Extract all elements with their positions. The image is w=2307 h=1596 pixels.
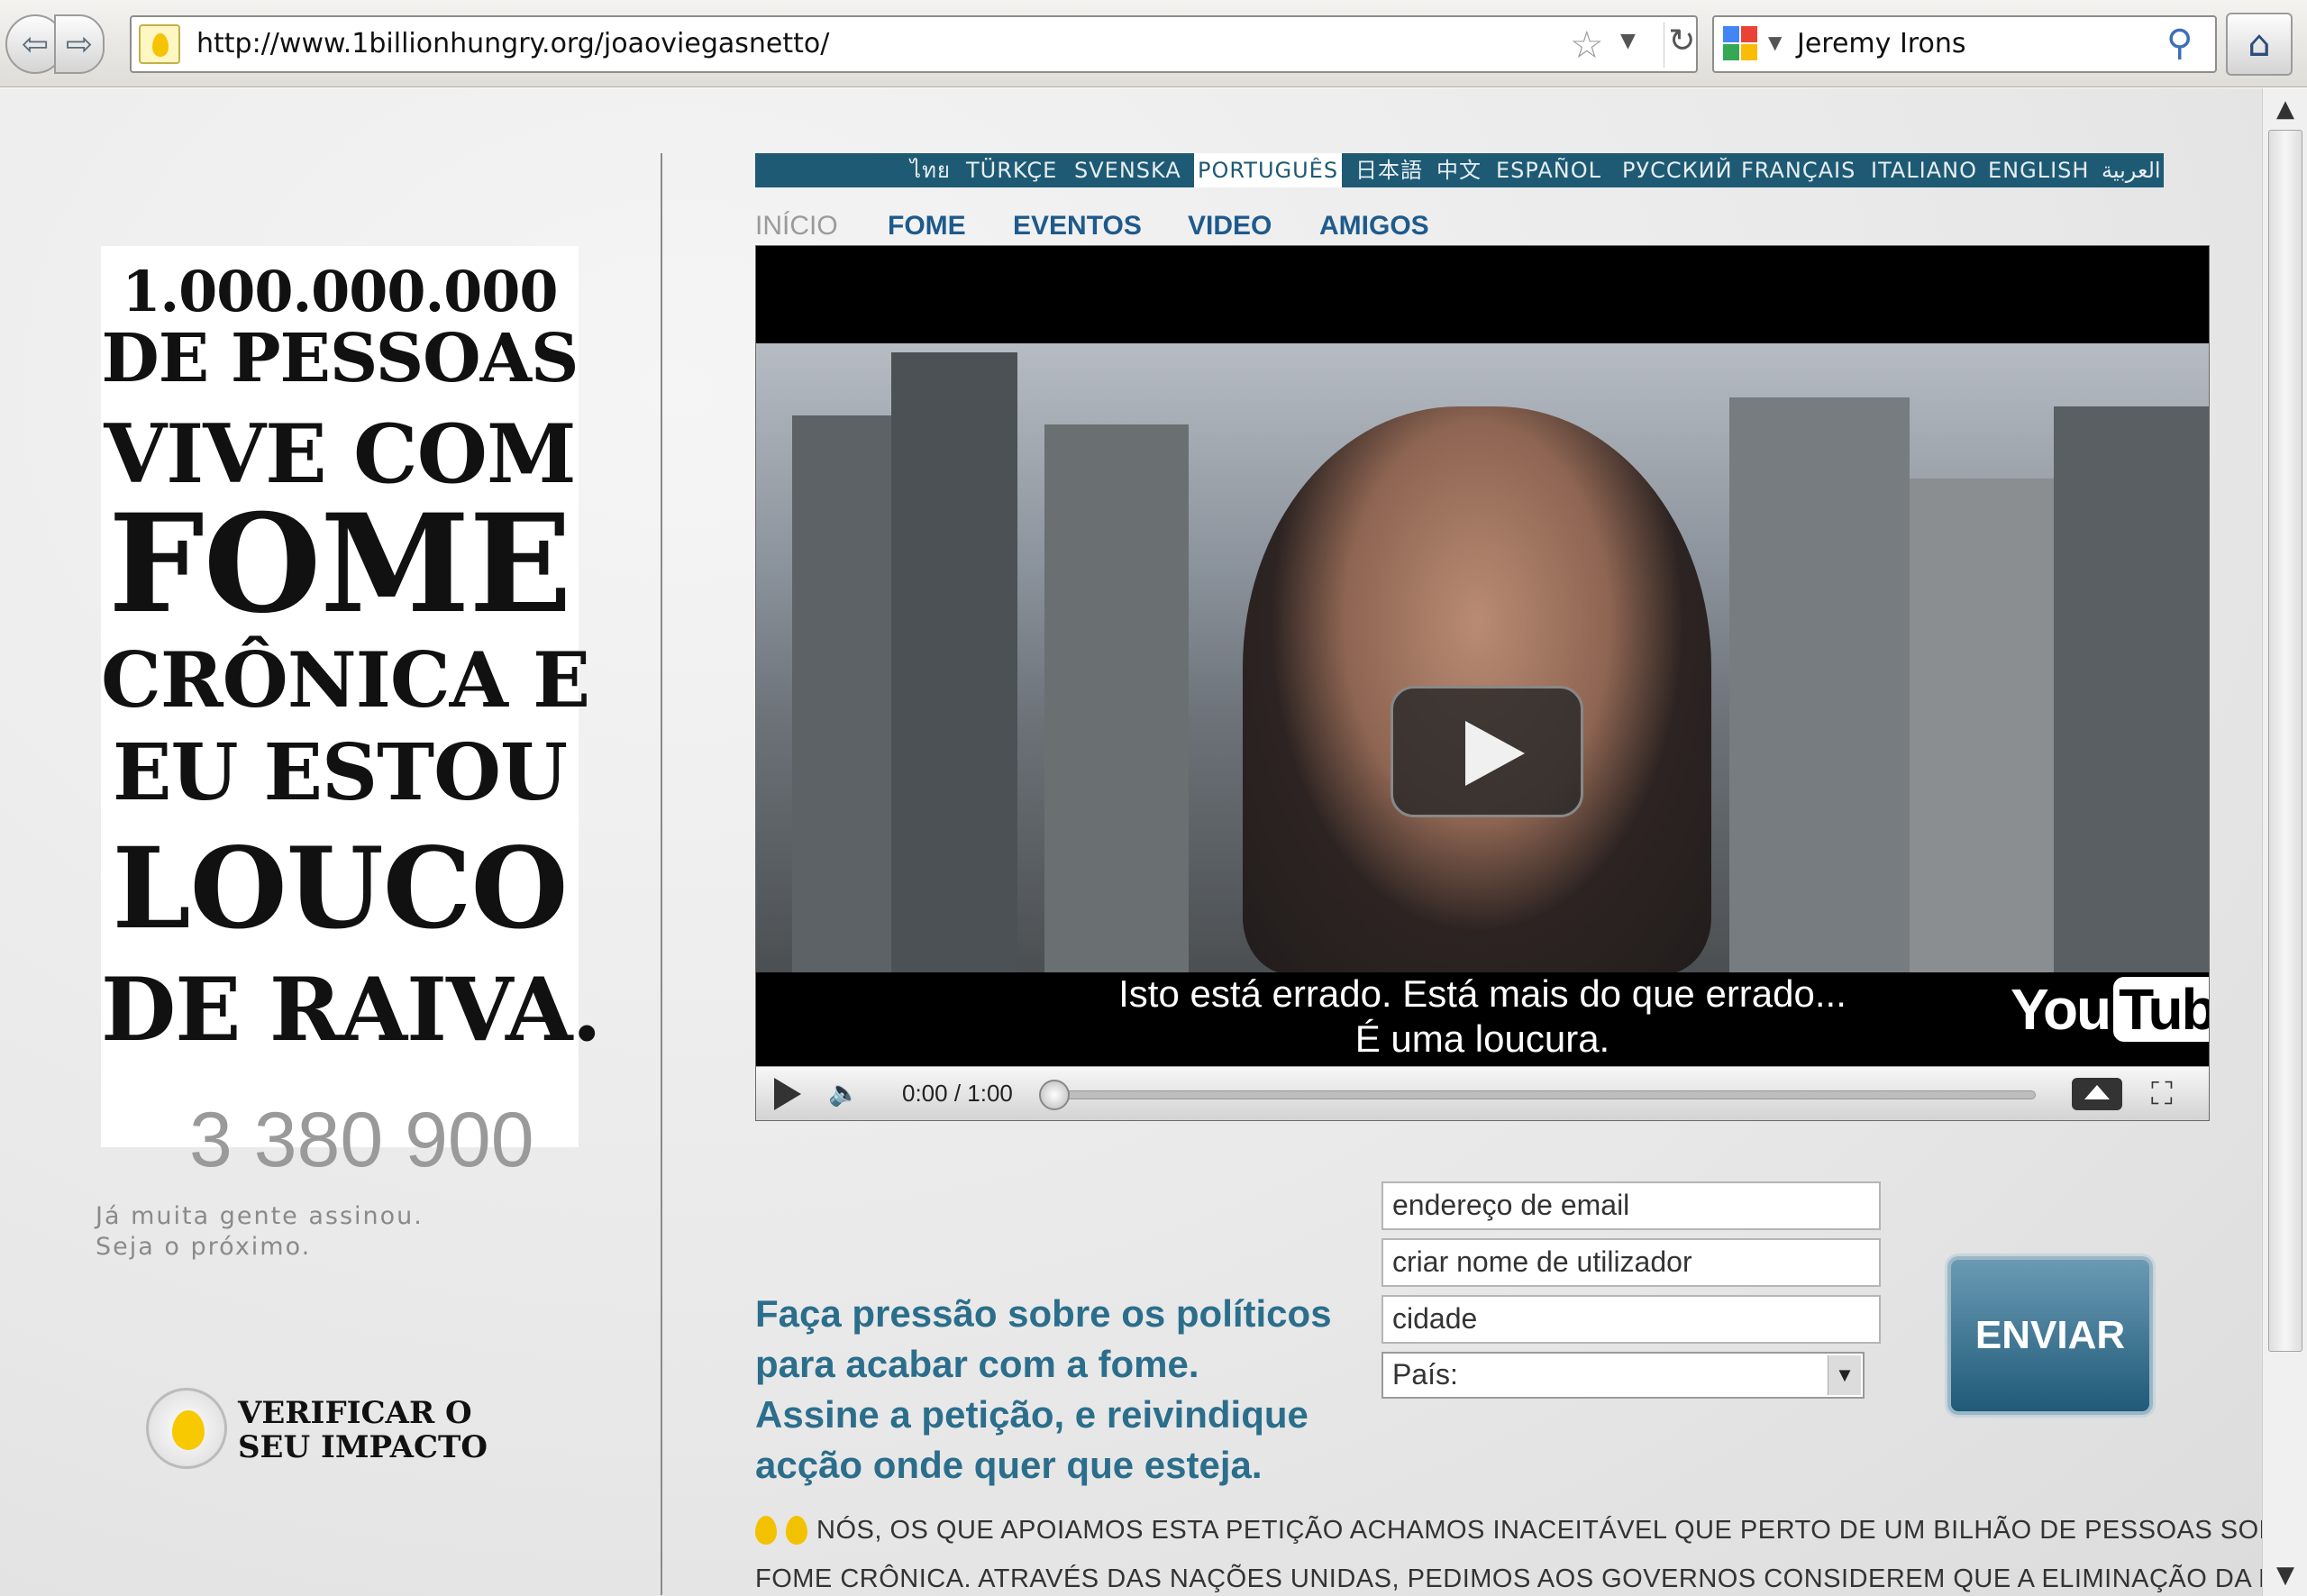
nav-video[interactable]: VIDEO [1188, 211, 1272, 242]
poster-line: EU ESTOU [112, 727, 568, 818]
address-bar[interactable]: http://www.1billionhungry.org/joaoviegas… [130, 15, 1698, 73]
city-field[interactable]: cidade [1381, 1295, 1881, 1344]
hunger-poster: 1.000.000.000 DE PESSOAS VIVE COM FOME C… [101, 246, 602, 1147]
chevron-down-icon[interactable]: ▼ [1620, 30, 1636, 52]
video-controls: 🔈 0:00 / 1:00 ⛶ [756, 1066, 2209, 1120]
language-link[interactable]: ITALIANO [1871, 153, 1977, 187]
play-icon[interactable] [1391, 686, 1583, 817]
email-field[interactable]: endereço de email [1381, 1181, 1881, 1230]
signed-text: Já muita gente assinou. [96, 1202, 424, 1230]
home-button[interactable]: ⌂ [2226, 13, 2293, 76]
video-player[interactable]: Isto está errado. Está mais do que errad… [755, 245, 2210, 1121]
petition-call-to-action: Faça pressão sobre os políticos para aca… [755, 1292, 1332, 1486]
youtube-logo-tube: Tube [2113, 977, 2209, 1042]
impact-icon [146, 1388, 227, 1469]
video-progress-bar[interactable] [1044, 1090, 2036, 1099]
quote-icon [755, 1516, 777, 1545]
check-impact-button[interactable]: VERIFICAR O SEU IMPACTO [144, 1384, 488, 1474]
column-divider [661, 153, 662, 1595]
language-link[interactable]: РУССКИЙ [1622, 153, 1733, 187]
statement-text: FOME CRÔNICA. ATRAVÉS DAS NAÇÕES UNIDAS,… [755, 1564, 2262, 1593]
forward-button[interactable]: ⇨ [54, 14, 105, 74]
statement-text: NÓS, OS QUE APOIAMOS ESTA PETIÇÃO ACHAMO… [816, 1516, 2262, 1545]
poster-line: CRÔNICA E [101, 635, 590, 725]
video-subtitle: É uma loucura. [1354, 1017, 1610, 1060]
forward-arrow-icon: ⇨ [65, 25, 94, 63]
country-select[interactable]: País: ▼ [1381, 1352, 1865, 1399]
language-link[interactable]: ไทย [910, 153, 951, 187]
nav-hunger[interactable]: FOME [888, 211, 966, 242]
vertical-scrollbar[interactable]: ▲ ▼ [2262, 88, 2307, 1596]
search-input[interactable]: Jeremy Irons [1797, 28, 1965, 59]
fullscreen-icon[interactable]: ⛶ [2151, 1076, 2173, 1112]
language-link[interactable]: ESPAÑOL [1496, 153, 1601, 187]
language-link[interactable]: TÜRKÇE [966, 153, 1057, 187]
nav-home[interactable]: INÍCIO [755, 211, 838, 242]
progress-knob[interactable] [1039, 1080, 1070, 1110]
language-bar: ไทย TÜRKÇE SVENSKA PORTUGUÊS 日本語 中文 ESPA… [755, 153, 2164, 187]
scroll-up-icon[interactable]: ▲ [2263, 88, 2307, 130]
youtube-logo[interactable]: YouTube [2011, 976, 2209, 1043]
google-icon[interactable] [1723, 26, 1759, 62]
nav-friends[interactable]: AMIGOS [1319, 211, 1429, 242]
video-subtitle: Isto está errado. Está mais do que errad… [1118, 972, 1847, 1015]
youtube-logo-you: You [2011, 977, 2111, 1042]
browser-toolbar: ⇦ ⇨ http://www.1billionhungry.org/joaovi… [0, 0, 2307, 87]
menu-up-icon[interactable] [2072, 1078, 2122, 1110]
poster-line: FOME [108, 485, 572, 643]
username-field[interactable]: criar nome de utilizador [1381, 1238, 1881, 1287]
language-link[interactable]: 中文 [1436, 153, 1482, 187]
signed-text: Seja o próximo. [96, 1233, 312, 1261]
magnifier-icon[interactable]: ⚲ [2166, 23, 2193, 64]
chevron-down-icon[interactable]: ▼ [1828, 1355, 1861, 1395]
scrollbar-thumb[interactable] [2268, 130, 2302, 1352]
poster-line: 1.000.000.000 [122, 259, 558, 324]
language-link-active[interactable]: PORTUGUÊS [1194, 153, 1343, 187]
video-time: 0:00 / 1:00 [902, 1080, 1013, 1107]
language-link[interactable]: العربية [2102, 153, 2161, 187]
poster-line: DE PESSOAS [101, 320, 579, 397]
signature-counter: 3 380 900 [189, 1097, 534, 1183]
site-identity-icon[interactable] [139, 24, 180, 64]
language-link[interactable]: SVENSKA [1074, 153, 1181, 187]
poster-line: DE RAIVA. [101, 959, 602, 1061]
scroll-down-icon[interactable]: ▼ [2263, 1555, 2307, 1596]
page-content: 1.000.000.000 DE PESSOAS VIVE COM FOME C… [0, 88, 2262, 1596]
star-icon[interactable]: ☆ [1570, 23, 1604, 67]
search-bar[interactable]: ▼ Jeremy Irons ⚲ [1712, 15, 2217, 73]
language-link[interactable]: FRANÇAIS [1741, 153, 1856, 187]
volume-icon[interactable]: 🔈 [828, 1078, 860, 1108]
back-arrow-icon: ⇦ [21, 25, 50, 63]
url-text[interactable]: http://www.1billionhungry.org/joaoviegas… [196, 28, 829, 59]
language-link[interactable]: ENGLISH [1988, 153, 2089, 187]
impact-label: SEU IMPACTO [238, 1429, 488, 1465]
play-button[interactable] [774, 1078, 801, 1110]
chevron-down-icon[interactable]: ▼ [1768, 32, 1782, 53]
video-frame[interactable] [756, 343, 2209, 972]
poster-line: VIVE COM [104, 406, 576, 502]
impact-label: VERIFICAR O [238, 1395, 472, 1431]
nav-events[interactable]: EVENTOS [1013, 211, 1142, 242]
home-icon: ⌂ [2248, 23, 2271, 65]
submit-button[interactable]: ENVIAR [1947, 1256, 2153, 1415]
poster-line: LOUCO [112, 824, 568, 954]
language-link[interactable]: 日本語 [1355, 153, 1423, 187]
country-select-value: País: [1392, 1358, 1458, 1391]
quote-icon [786, 1516, 807, 1545]
reload-icon[interactable]: ↻ [1664, 23, 1700, 68]
